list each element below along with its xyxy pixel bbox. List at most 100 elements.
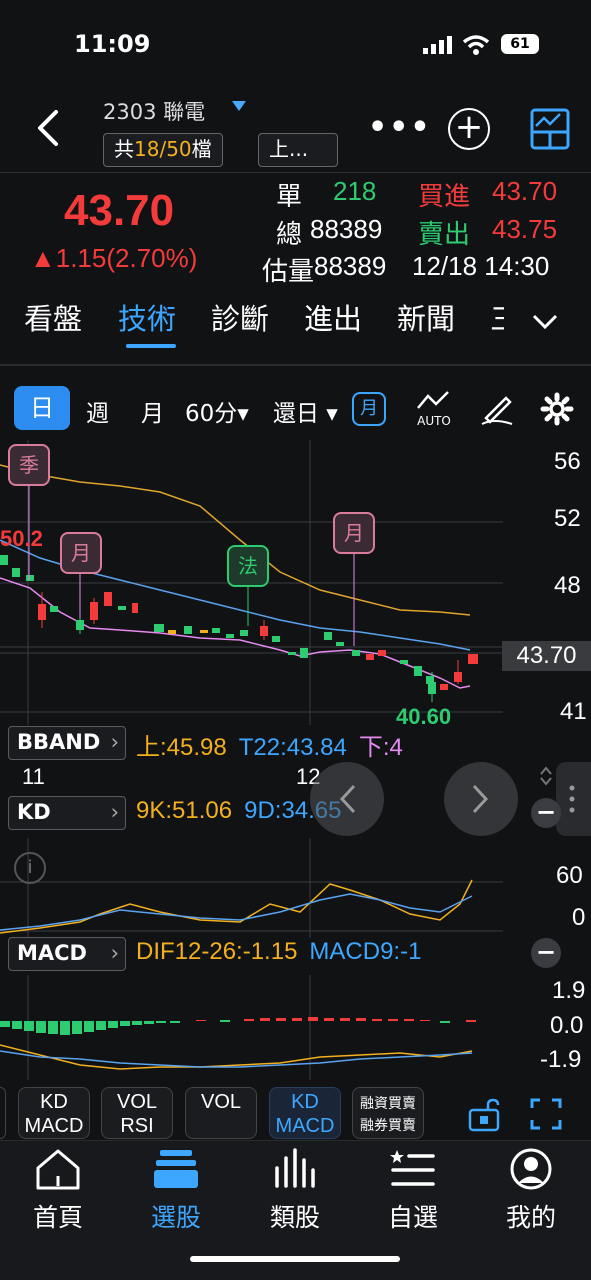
tab-overview[interactable]: 看盤 <box>24 296 82 338</box>
vertical-dots-icon <box>569 785 575 813</box>
template-line1: KD <box>40 1091 68 1113</box>
unlock-icon[interactable] <box>466 1098 502 1132</box>
template-line1: VOL <box>116 1091 158 1113</box>
macd-y-label: 1.9 <box>552 977 586 1004</box>
period-month-button[interactable]: 月 <box>141 394 164 428</box>
month-marker[interactable]: 月 <box>60 532 102 574</box>
layout-icon[interactable] <box>530 108 570 150</box>
home-indicator <box>190 1256 400 1262</box>
bband-indicator-button[interactable]: BBAND › <box>8 726 126 760</box>
template-line2: 融券買賣 <box>360 1117 416 1133</box>
count-suffix: 檔 <box>191 137 212 161</box>
tab-diagnosis[interactable]: 診斷 <box>211 296 269 338</box>
bars-icon <box>275 1148 315 1188</box>
institution-marker[interactable]: 法 <box>227 545 269 587</box>
period-60min-button[interactable]: 60分▾ <box>185 394 249 428</box>
auto-label: AUTO <box>417 414 451 428</box>
bband-mid: T22:43.84 <box>238 734 347 759</box>
quarter-marker[interactable]: 季 <box>8 444 50 486</box>
bband-name: BBAND <box>17 730 101 754</box>
price-change: ▲1.15(2.70%) <box>30 243 198 273</box>
nav-home[interactable]: 首頁 <box>8 1148 108 1234</box>
template-kd-macd[interactable]: KD MACD <box>18 1087 90 1139</box>
template-line1: KD <box>291 1091 319 1113</box>
bband-lower: 下:4 <box>358 734 403 759</box>
y-axis-label: 52 <box>554 505 581 532</box>
est-volume: 88389 <box>314 251 387 281</box>
x-axis-month-label: 11 <box>22 764 45 789</box>
auto-chart-icon <box>417 391 449 409</box>
chevron-right-icon <box>472 784 489 814</box>
nav-watchlist[interactable]: 自選 <box>363 1148 463 1234</box>
tab-more[interactable]: 三 <box>490 296 504 338</box>
nav-label: 首頁 <box>32 1203 83 1232</box>
market-chip[interactable]: 上... <box>258 133 338 167</box>
template-partial[interactable] <box>0 1087 6 1139</box>
bid-label: 買進 <box>418 182 471 212</box>
template-kd-macd-active[interactable]: KD MACD <box>269 1087 341 1139</box>
count-prefix: 共 <box>114 137 134 161</box>
kd-chart <box>0 838 503 938</box>
list-star-icon <box>390 1150 435 1186</box>
count-value: 18/50 <box>134 137 192 161</box>
total-label: 總 <box>276 220 303 250</box>
macd-signal-value: MACD9:-1 <box>309 938 422 965</box>
kd-k-value: 9K:51.06 <box>136 797 233 824</box>
single-volume: 218 <box>333 176 377 206</box>
nav-stock-picker[interactable]: 選股 <box>126 1148 226 1234</box>
macd-histogram <box>0 1017 476 1035</box>
macd-values: DIF12-26:-1.15 MACD9:-1 <box>136 938 502 970</box>
bband-lower-line <box>0 577 471 689</box>
restore-adjust-select[interactable]: 還日 ▾ <box>273 394 338 428</box>
kd-indicator-button[interactable]: KD › <box>8 796 126 830</box>
remove-macd-button[interactable]: − <box>531 938 561 968</box>
scroll-left-button[interactable] <box>310 762 384 836</box>
stock-dropdown-icon[interactable] <box>232 101 246 111</box>
template-line2: RSI <box>120 1115 154 1137</box>
remove-kd-button[interactable]: − <box>531 798 561 828</box>
macd-dif-value: DIF12-26:-1.15 <box>136 938 298 965</box>
y-axis-label: 48 <box>554 572 581 599</box>
tab-news[interactable]: 新聞 <box>397 296 455 338</box>
tab-technical[interactable]: 技術 <box>118 296 176 338</box>
template-vol-rsi[interactable]: VOL RSI <box>101 1087 173 1139</box>
y-axis-label: 41 <box>560 698 587 725</box>
add-icon[interactable]: + <box>448 108 490 150</box>
period-week-button[interactable]: 週 <box>86 394 109 428</box>
period-day-button[interactable]: 日 <box>14 386 70 430</box>
draw-pen-icon[interactable] <box>478 390 516 428</box>
fullscreen-icon[interactable] <box>530 1098 562 1130</box>
divider <box>0 364 591 366</box>
nav-label: 選股 <box>150 1203 201 1232</box>
scroll-right-button[interactable] <box>444 762 518 836</box>
more-icon[interactable]: ••• <box>368 110 432 145</box>
auto-scale-button[interactable]: AUTO <box>412 388 456 428</box>
y-axis-label: 56 <box>554 448 581 475</box>
wifi-icon <box>462 35 490 55</box>
stock-title[interactable]: 2303 聯電 <box>103 96 205 126</box>
reorder-arrows-icon[interactable] <box>538 766 554 786</box>
single-label: 單 <box>276 182 303 212</box>
month-marker[interactable]: 月 <box>333 512 375 554</box>
nav-sector[interactable]: 類股 <box>245 1148 345 1234</box>
chevron-down-icon[interactable] <box>530 306 560 336</box>
template-margin[interactable]: 融資買賣 融券買賣 <box>352 1087 424 1139</box>
user-icon <box>510 1148 552 1190</box>
macd-chart <box>0 975 476 1080</box>
home-icon <box>36 1149 80 1190</box>
month-line-toggle[interactable]: 月 <box>352 392 386 426</box>
watchlist-count-chip[interactable]: 共18/50檔 <box>103 133 223 167</box>
settings-gear-icon[interactable] <box>540 392 574 426</box>
template-vol[interactable]: VOL <box>185 1087 257 1139</box>
bband-upper: 上:45.98 <box>136 734 227 759</box>
high-price-label: 50.2 <box>0 526 43 551</box>
back-arrow-icon[interactable] <box>30 108 70 148</box>
template-line2: MACD <box>275 1115 335 1137</box>
side-panel-handle[interactable] <box>556 762 591 836</box>
kd-y-label: 0 <box>572 904 586 931</box>
status-time: 11:09 <box>74 30 151 58</box>
nav-profile[interactable]: 我的 <box>481 1148 581 1234</box>
tab-inout[interactable]: 進出 <box>304 296 362 338</box>
info-icon[interactable]: i <box>14 852 46 884</box>
macd-indicator-button[interactable]: MACD › <box>8 937 126 971</box>
